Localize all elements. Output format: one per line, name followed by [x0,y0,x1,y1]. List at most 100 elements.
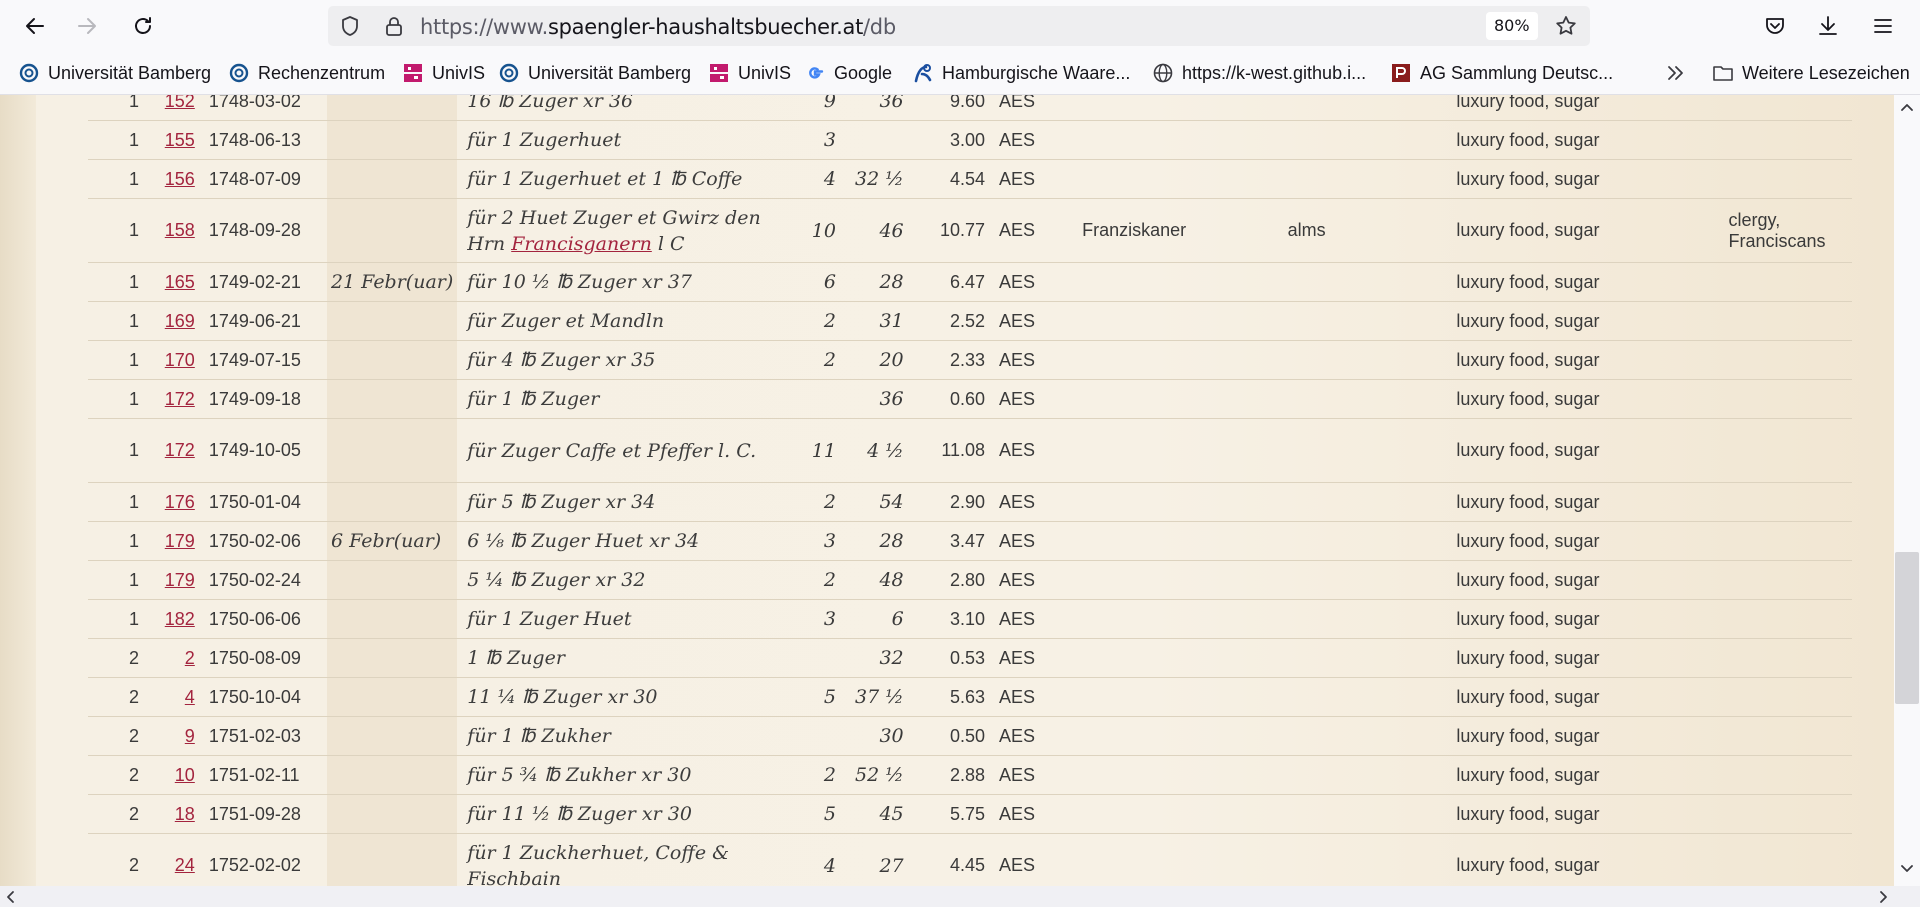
download-icon [1819,16,1837,35]
folio-cell: 9 [154,716,199,756]
scroll-down-arrow-icon[interactable] [1900,861,1914,875]
recipient-type-cell [1724,418,1852,483]
folio-link[interactable]: 169 [165,311,195,331]
bookmark-label: Google [834,62,893,83]
description-link[interactable]: Francisganern [511,233,652,255]
scroll-up-arrow-icon[interactable] [1900,101,1914,115]
bookmark-label: Hamburgische Waare... [942,62,1131,83]
recipient-type-cell [1724,379,1852,419]
gulden-cell: 4 [796,159,840,199]
type-cell [1283,599,1449,639]
bookmark-hamburgische[interactable]: Hamburgische Waare... [912,60,1130,86]
scroll-right-arrow-icon[interactable] [1876,890,1890,904]
category-cell: luxury food, sugar [1448,379,1725,419]
zoom-level-button[interactable]: 80% [1486,12,1538,40]
recipient-cell [1072,95,1284,121]
folio-link[interactable]: 2 [185,648,195,668]
folio-cell: 176 [154,482,199,522]
bookmark-google[interactable]: Google [804,60,892,86]
description-text: für 11 ½ ℔ Zuger xr 30 [467,803,692,825]
hamburg-logo-icon [912,62,934,84]
bookmark-label: Weitere Lesezeichen [1742,62,1910,83]
vertical-scrollbar-thumb[interactable] [1895,552,1919,704]
value-cell: 2.90 [913,482,990,522]
recipient-cell [1072,262,1284,302]
gulden-cell: 6 [796,262,840,302]
kreuzer-cell: 32 ½ [839,159,914,199]
bookmark-other-folder[interactable]: Weitere Lesezeichen [1712,60,1910,86]
folio-link[interactable]: 9 [185,726,195,746]
recipient-cell [1072,560,1284,600]
folio-link[interactable]: 156 [165,169,195,189]
folio-link[interactable]: 172 [165,389,195,409]
volume-cell: 2 [88,833,155,886]
forward-button[interactable] [69,8,105,44]
folio-link[interactable]: 152 [165,95,195,111]
downloads-button[interactable] [1810,8,1846,44]
kreuzer-cell: 6 [839,599,914,639]
folio-cell: 156 [154,159,199,199]
folio-link[interactable]: 24 [175,855,195,875]
category-cell: luxury food, sugar [1448,120,1725,160]
folio-link[interactable]: 4 [185,687,195,707]
bookmark-star-icon[interactable] [1554,14,1578,38]
description-cell: für 1 ℔ Zukher [457,716,797,756]
bookmark-label: Universität Bamberg [48,62,212,83]
date-cell: 1750-02-24 [198,560,327,600]
description-text: für 1 Zuger Huet [467,608,632,630]
pocket-button[interactable] [1757,8,1793,44]
volume-cell: 1 [88,521,155,561]
table-row: 1 165 1749-02-21 21 Febr(uar) für 10 ½ ℔ Zug… [88,262,1852,302]
back-button[interactable] [17,8,53,44]
date-cell: 1749-07-15 [198,340,327,380]
bookmark-uni-bamberg[interactable]: Universität Bamberg [18,60,211,86]
volume-cell: 2 [88,755,155,795]
bookmark-univis-2[interactable]: UnivIS [708,60,791,86]
app-menu-button[interactable] [1865,8,1901,44]
kreuzer-cell: 4 ½ [839,418,914,483]
description-text: für 1 ℔ Zukher [467,725,611,747]
folio-link[interactable]: 10 [175,765,195,785]
bookmark-rechenzentrum[interactable]: Rechenzentrum [228,60,385,86]
folio-link[interactable]: 165 [165,272,195,292]
description-text: für 1 Zuckherhuet, Coffe & Fischbain [467,841,730,887]
gulden-cell: 3 [796,521,840,561]
volume-cell: 1 [88,301,155,341]
folio-link[interactable]: 155 [165,130,195,150]
description-cell: für Zuger Caffe et Pfeffer l. C. [457,418,797,483]
type-cell [1283,716,1449,756]
reload-button[interactable] [125,8,161,44]
bookmarks-overflow-button[interactable] [1665,62,1687,89]
value-cell: 11.08 [913,418,990,483]
bookmark-ag-sammlung[interactable]: AG Sammlung Deutsc... [1390,60,1613,86]
folio-link[interactable]: 182 [165,609,195,629]
volume-cell: 1 [88,379,155,419]
horizontal-scrollbar[interactable] [0,886,1920,907]
original-date-cell [326,340,458,380]
kreuzer-cell: 30 [839,716,914,756]
address-bar[interactable]: https://www.spaengler-haushaltsbuecher.a… [328,6,1590,46]
url-text[interactable]: https://www.spaengler-haushaltsbuecher.a… [420,15,896,39]
bookmark-uni-bamberg-2[interactable]: Universität Bamberg [498,60,691,86]
folio-link[interactable]: 179 [165,531,195,551]
description-cell: 16 ℔ Zuger xr 36 [457,95,797,121]
bookmark-univis[interactable]: UnivIS [402,60,485,86]
folio-link[interactable]: 176 [165,492,195,512]
bookmark-k-west[interactable]: https://k-west.github.i... [1152,60,1366,86]
shield-icon[interactable] [338,14,362,38]
description-cell: 6 ⅛ ℔ Zuger Huet xr 34 [457,521,797,561]
folio-link[interactable]: 179 [165,570,195,590]
description-cell: für 1 Zugerhuet et 1 ℔ Coffe [457,159,797,199]
gulden-cell: 2 [796,560,840,600]
folio-cell: 179 [154,560,199,600]
scroll-left-arrow-icon[interactable] [4,890,18,904]
folio-link[interactable]: 158 [165,220,195,240]
currency-cell: AES [989,95,1073,121]
folio-link[interactable]: 18 [175,804,195,824]
vertical-scrollbar[interactable] [1894,95,1920,886]
folio-link[interactable]: 172 [165,440,195,460]
folio-link[interactable]: 170 [165,350,195,370]
value-cell: 6.47 [913,262,990,302]
lock-icon[interactable] [382,14,406,38]
original-date-cell [326,418,458,483]
